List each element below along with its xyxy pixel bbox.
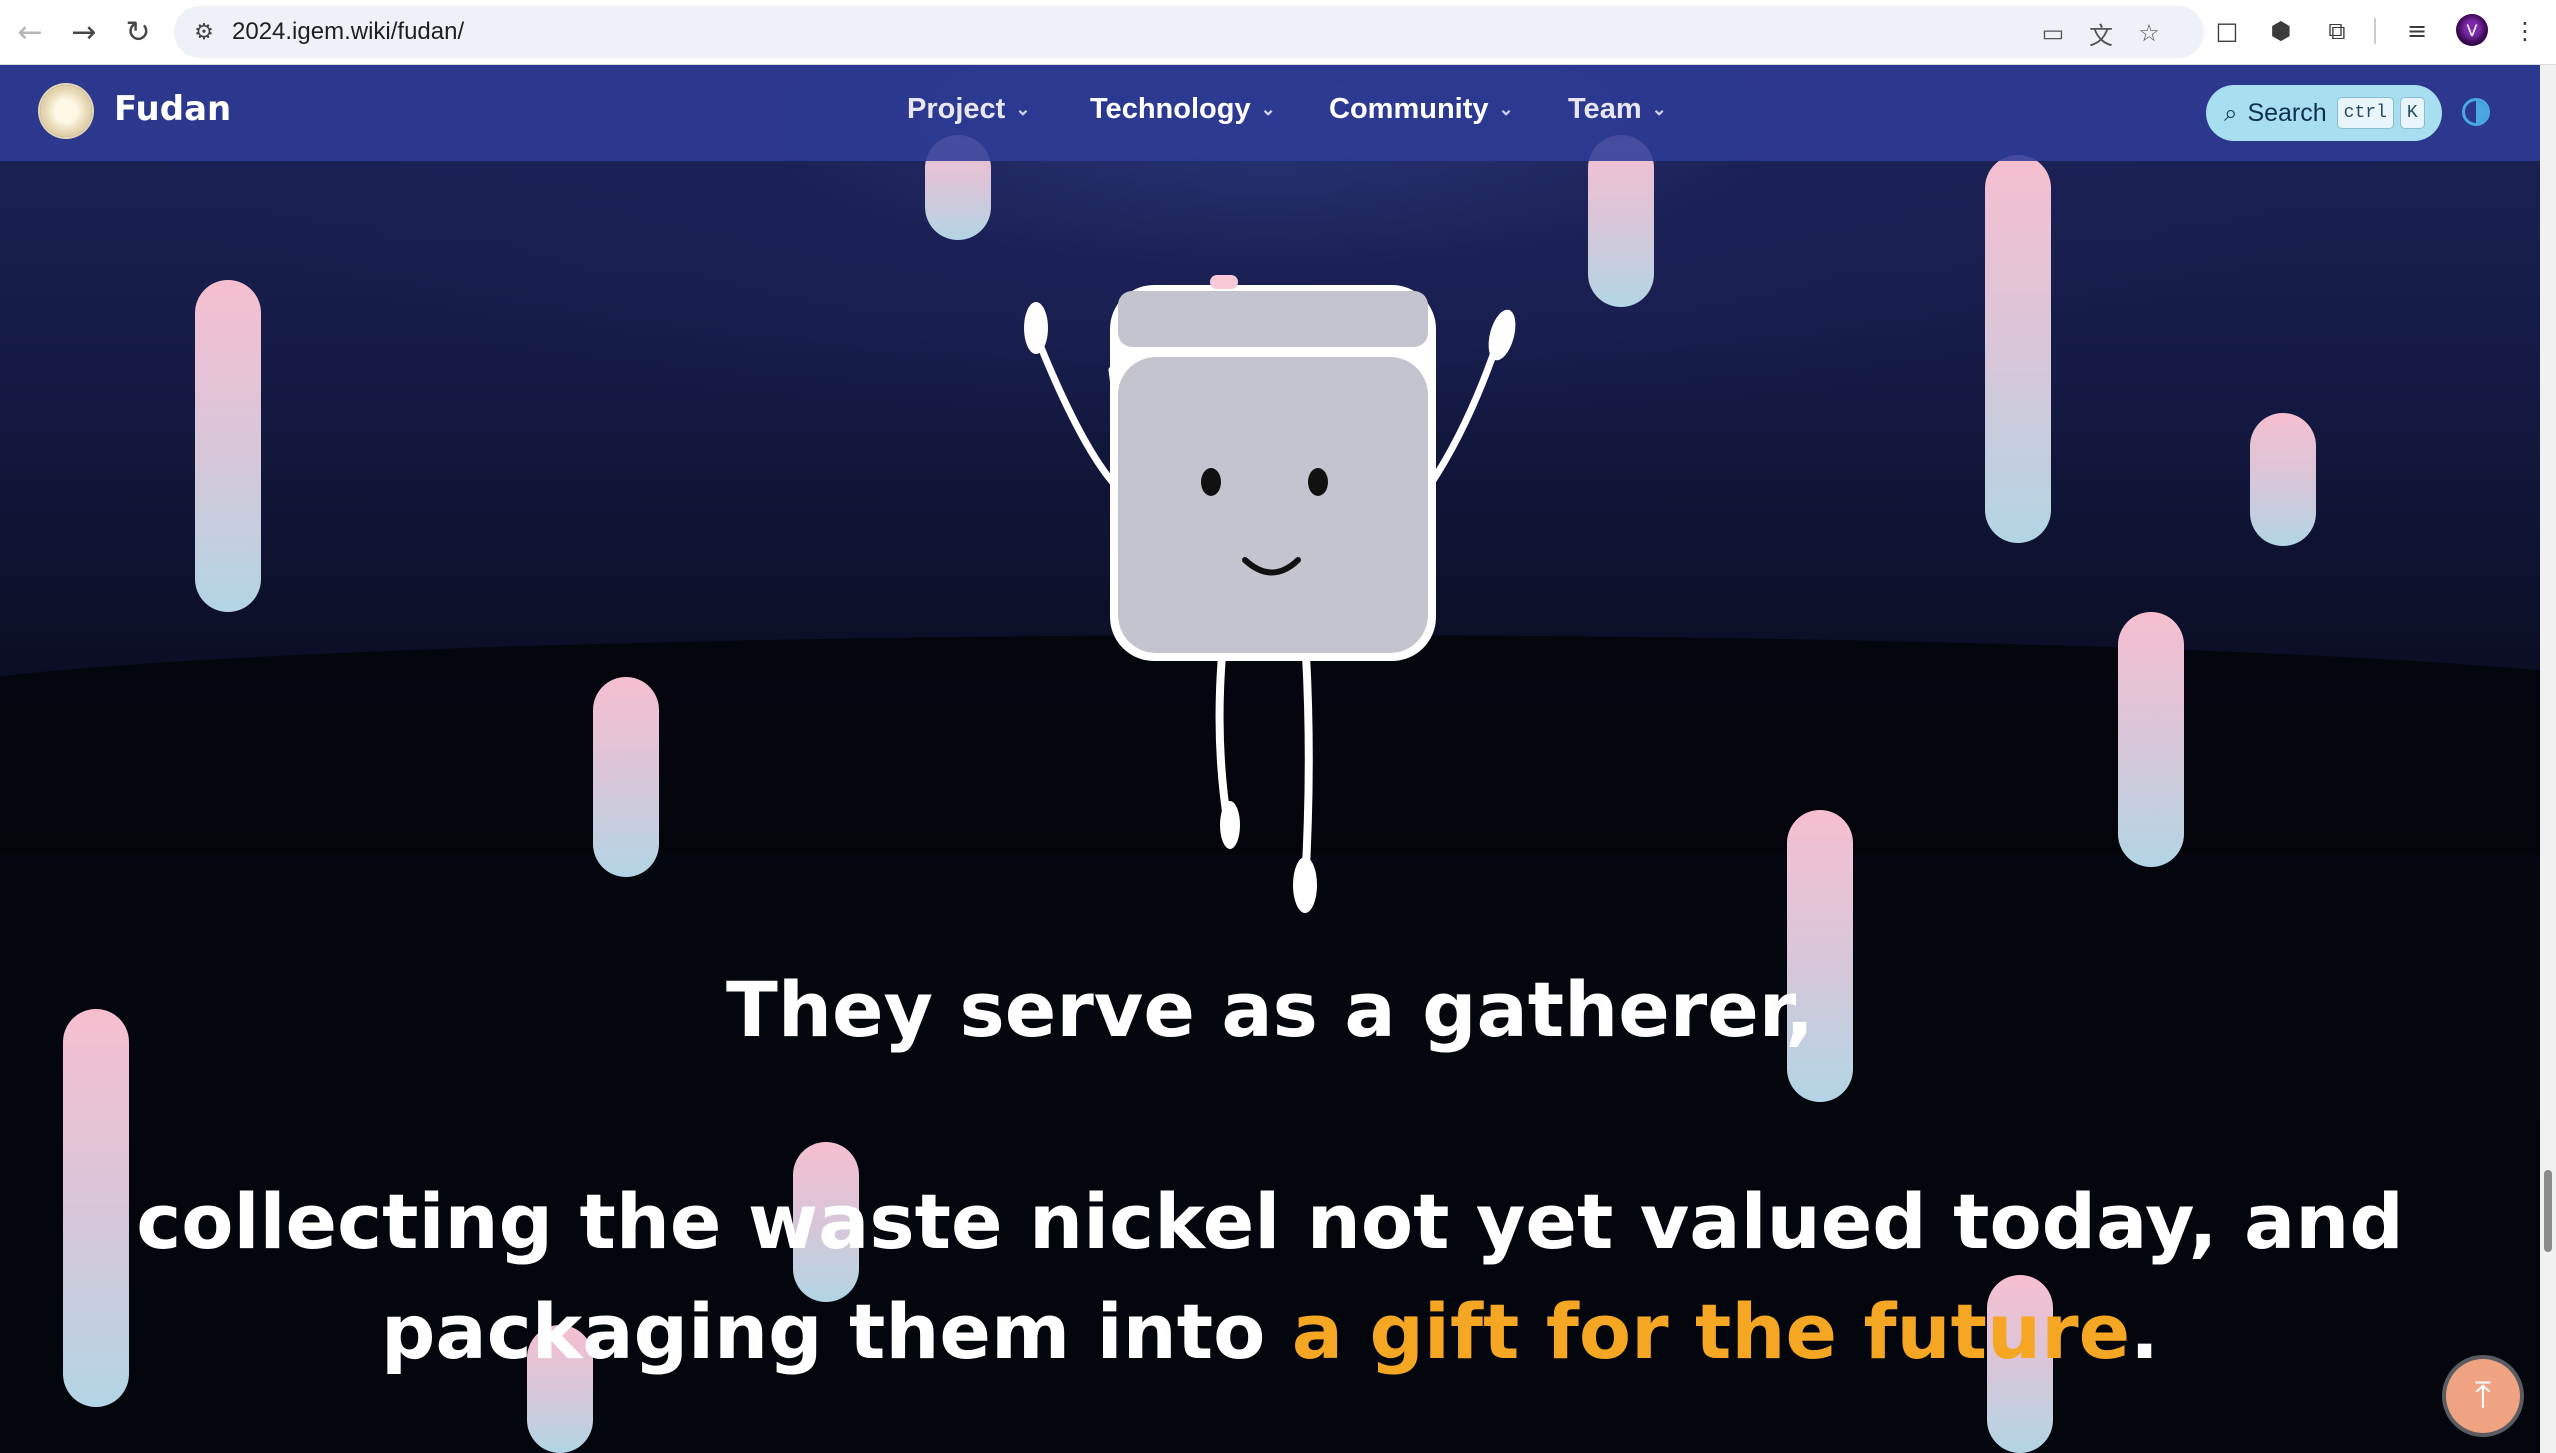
site-header: Fudan Project ⌄ Technology ⌄ Community ⌄ Te…	[0, 65, 2540, 161]
address-bar[interactable]: ⚙ 2024.igem.wiki/fudan/ ▭ 文 ☆	[174, 6, 2204, 58]
browser-toolbar: ← → ↻ ⚙ 2024.igem.wiki/fudan/ ▭ 文 ☆ □ ⬢ …	[0, 0, 2556, 65]
hero-highlight: a gift for the future	[1291, 1287, 2131, 1376]
translate-icon[interactable]: 文	[2086, 18, 2116, 50]
shortcut-key-ctrl: ctrl	[2336, 97, 2394, 129]
back-to-top-button[interactable]: ⤒	[2446, 1359, 2520, 1433]
scrollbar-thumb[interactable]	[2544, 1170, 2552, 1252]
search-button[interactable]: ⌕ Search ctrl K	[2206, 85, 2442, 141]
nav-team[interactable]: Team ⌄	[1568, 93, 1667, 126]
extension-hex-icon[interactable]: ⬢	[2264, 14, 2298, 48]
hero-line-3-prefix: packaging them into	[381, 1287, 1292, 1376]
toolbar-separator	[2374, 18, 2376, 44]
hero-line-3-suffix: .	[2130, 1287, 2159, 1376]
shortcut-key-k: K	[2399, 97, 2425, 129]
nav-project-label: Project	[907, 93, 1006, 125]
hero-line-1: They serve as a gatherer,	[726, 965, 1814, 1054]
search-label: Search	[2247, 98, 2327, 127]
chevron-down-icon: ⌄	[1498, 99, 1514, 119]
hero-line-2: collecting the waste nickel not yet valu…	[136, 1177, 2404, 1266]
back-icon[interactable]: ←	[10, 12, 50, 52]
profile-avatar[interactable]: V	[2456, 14, 2488, 46]
forward-icon[interactable]: →	[64, 12, 104, 52]
search-icon: ⌕	[2224, 99, 2238, 127]
chevron-down-icon: ⌄	[1260, 99, 1276, 119]
site-info-icon[interactable]: ⚙	[188, 16, 220, 48]
cast-icon[interactable]: ▭	[2038, 18, 2068, 48]
brand-name[interactable]: Fudan	[114, 89, 231, 129]
chevron-down-icon: ⌄	[1015, 99, 1031, 119]
page-content: They serve as a gatherer, collecting the…	[0, 65, 2540, 1453]
nav-project[interactable]: Project ⌄	[907, 93, 1030, 126]
nav-technology[interactable]: Technology ⌄	[1090, 93, 1276, 126]
decor-pill	[1985, 155, 2051, 543]
fudan-logo[interactable]	[40, 85, 92, 137]
decor-pill	[593, 677, 659, 877]
nav-team-label: Team	[1568, 93, 1642, 125]
url-text[interactable]: 2024.igem.wiki/fudan/	[232, 18, 464, 46]
reload-icon[interactable]: ↻	[118, 12, 158, 52]
nav-community[interactable]: Community ⌄	[1329, 93, 1514, 126]
nav-community-label: Community	[1329, 93, 1489, 125]
extension-icon[interactable]: □	[2210, 14, 2244, 48]
tab-search-icon[interactable]: ≡	[2400, 14, 2434, 48]
arrow-up-icon: ⤒	[2475, 1375, 2491, 1416]
decor-pill	[195, 280, 261, 612]
decor-pill	[1787, 810, 1853, 1102]
more-menu-icon[interactable]: ⋮	[2508, 14, 2542, 48]
decor-pill	[2118, 612, 2184, 867]
hero-line-3: packaging them into a gift for the futur…	[0, 1287, 2540, 1376]
chevron-down-icon: ⌄	[1651, 99, 1667, 119]
decor-pill	[2250, 413, 2316, 546]
bookmark-star-icon[interactable]: ☆	[2134, 18, 2164, 48]
puzzle-icon[interactable]: ⧉	[2320, 14, 2354, 48]
nav-technology-label: Technology	[1090, 93, 1251, 125]
theme-toggle-icon[interactable]	[2462, 98, 2490, 126]
box-mascot-illustration	[1024, 275, 1516, 913]
